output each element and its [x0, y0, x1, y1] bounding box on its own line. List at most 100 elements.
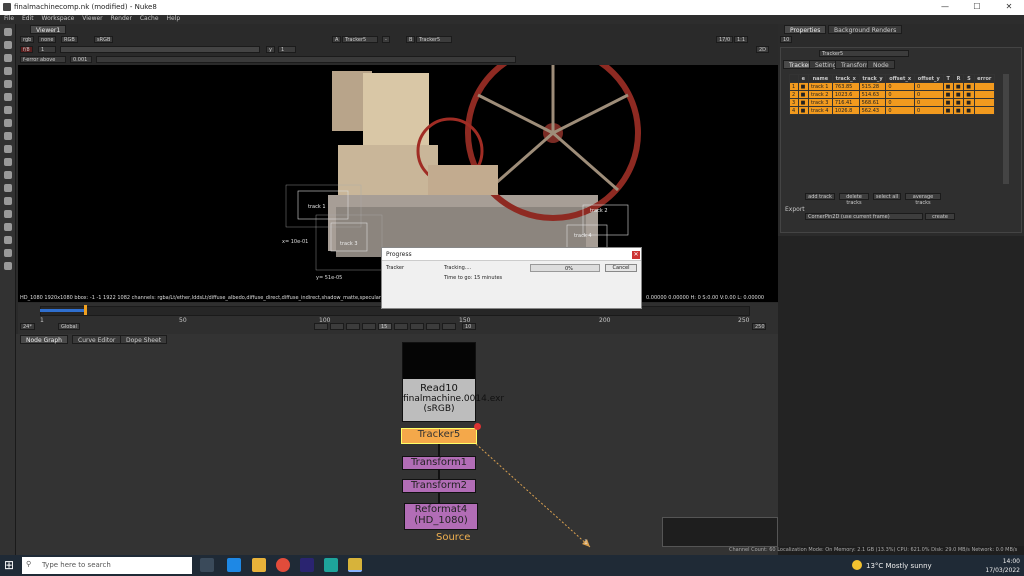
- gain-slider[interactable]: [60, 46, 260, 53]
- alpha-select[interactable]: none: [38, 36, 57, 43]
- track-y[interactable]: 515.28: [858, 82, 887, 91]
- node-name-field[interactable]: Tracker5: [819, 50, 909, 57]
- toolsets-tool-icon[interactable]: [4, 210, 12, 218]
- draw-tool-icon[interactable]: [4, 41, 12, 49]
- step-forward-button[interactable]: [410, 323, 424, 330]
- t-checkbox[interactable]: ■: [942, 82, 954, 91]
- views-tool-icon[interactable]: [4, 158, 12, 166]
- time-tool-icon[interactable]: [4, 54, 12, 62]
- channels-select[interactable]: RGB: [61, 36, 78, 43]
- track-x[interactable]: 716.41: [831, 98, 860, 107]
- proxy-select[interactable]: f-error above: [20, 56, 66, 63]
- next-key-button[interactable]: [426, 323, 440, 330]
- ocula-tool-icon[interactable]: [4, 249, 12, 257]
- tab-viewer1[interactable]: Viewer1: [30, 25, 67, 34]
- menu-edit[interactable]: Edit: [22, 15, 34, 22]
- frame-field[interactable]: 17/0: [716, 36, 734, 43]
- offset-x[interactable]: 0: [885, 82, 915, 91]
- clock-date[interactable]: 17/03/2022: [980, 567, 1020, 574]
- view-mode-select[interactable]: 2D: [756, 46, 770, 53]
- color-tool-icon[interactable]: [4, 80, 12, 88]
- cancel-button[interactable]: Cancel: [605, 264, 637, 272]
- frame-field[interactable]: 15: [378, 323, 392, 330]
- go-end-button[interactable]: [442, 323, 456, 330]
- s-checkbox[interactable]: ■: [963, 82, 975, 91]
- table-row[interactable]: 3 ■ track 3 716.41 568.61 0 0 ■ ■ ■: [789, 98, 996, 107]
- keyer-tool-icon[interactable]: [4, 106, 12, 114]
- edge-icon[interactable]: [227, 558, 241, 572]
- s-checkbox[interactable]: ■: [963, 90, 975, 99]
- metadata-tool-icon[interactable]: [4, 171, 12, 179]
- b-input-select[interactable]: Tracker5: [416, 36, 452, 43]
- track-y[interactable]: 562.43: [858, 106, 887, 115]
- enabled-checkbox[interactable]: ■: [797, 90, 809, 99]
- add-track-button[interactable]: add track: [805, 193, 835, 200]
- track-name[interactable]: track 4: [807, 106, 833, 115]
- prev-key-button[interactable]: [330, 323, 344, 330]
- cara-tool-icon[interactable]: [4, 262, 12, 270]
- select-all-button[interactable]: select all: [873, 193, 901, 200]
- tab-node[interactable]: Node: [867, 60, 895, 69]
- transform-tool-icon[interactable]: [4, 132, 12, 140]
- range-scope-select[interactable]: Global: [58, 323, 80, 330]
- gain-field[interactable]: 1: [38, 46, 56, 53]
- step-back-button[interactable]: [346, 323, 360, 330]
- node-graph-panel[interactable]: Node Graph Curve Editor Dope Sheet Read1…: [16, 334, 778, 555]
- enabled-checkbox[interactable]: ■: [797, 82, 809, 91]
- gamma-field[interactable]: 1: [278, 46, 296, 53]
- go-start-button[interactable]: [314, 323, 328, 330]
- max-panels-field[interactable]: 10: [780, 36, 793, 43]
- ab-operation-select[interactable]: -: [382, 36, 390, 43]
- layer-select[interactable]: rgb: [20, 36, 35, 43]
- r-checkbox[interactable]: ■: [952, 98, 965, 107]
- chrome-icon[interactable]: [276, 558, 290, 572]
- offset-x[interactable]: 0: [885, 98, 915, 107]
- image-tool-icon[interactable]: [4, 28, 12, 36]
- r-checkbox[interactable]: ■: [952, 106, 965, 115]
- 3d-tool-icon[interactable]: [4, 145, 12, 153]
- maximize-button[interactable]: ☐: [962, 2, 992, 13]
- delete-tracks-button[interactable]: delete tracks: [839, 193, 869, 206]
- tracks-table[interactable]: e name track_x track_y offset_x offset_y…: [789, 74, 996, 115]
- tab-background-renders[interactable]: Background Renders: [828, 25, 903, 34]
- node-graph-minimap[interactable]: [662, 517, 778, 547]
- tab-properties[interactable]: Properties: [784, 25, 827, 34]
- fps-field[interactable]: 24*: [20, 323, 35, 330]
- track-x[interactable]: 1023.6: [831, 90, 860, 99]
- offset-x[interactable]: 0: [885, 106, 915, 115]
- menu-cache[interactable]: Cache: [140, 15, 159, 22]
- track-x[interactable]: 763.85: [831, 82, 860, 91]
- zoom-select[interactable]: 1:1: [734, 36, 749, 43]
- r-checkbox[interactable]: ■: [952, 90, 965, 99]
- track-y[interactable]: 514.63: [858, 90, 887, 99]
- task-view-icon[interactable]: [200, 558, 214, 572]
- taskbar-search[interactable]: ⚲ Type here to search: [22, 557, 192, 574]
- s-checkbox[interactable]: ■: [963, 98, 975, 107]
- menu-help[interactable]: Help: [166, 15, 180, 22]
- offset-x[interactable]: 0: [885, 90, 915, 99]
- offset-y[interactable]: 0: [913, 90, 944, 99]
- close-button[interactable]: ✕: [994, 2, 1024, 13]
- windows-start-icon[interactable]: ⊞: [4, 559, 16, 571]
- track-name[interactable]: track 1: [807, 82, 833, 91]
- s-checkbox[interactable]: ■: [963, 106, 975, 115]
- weather-text[interactable]: 13°C Mostly sunny: [866, 562, 932, 570]
- offset-y[interactable]: 0: [913, 82, 944, 91]
- a-input-select[interactable]: Tracker5: [342, 36, 378, 43]
- increment-field[interactable]: 10: [462, 323, 476, 330]
- end-frame-field[interactable]: 250: [752, 323, 766, 330]
- table-row[interactable]: 1 ■ track 1 763.85 515.28 0 0 ■ ■ ■: [789, 82, 996, 91]
- particles-tool-icon[interactable]: [4, 184, 12, 192]
- media-encoder-icon[interactable]: [300, 558, 314, 572]
- proxy-field[interactable]: 0.001: [70, 56, 92, 63]
- menu-file[interactable]: File: [4, 15, 14, 22]
- play-back-button[interactable]: [362, 323, 376, 330]
- menu-viewer[interactable]: Viewer: [82, 15, 102, 22]
- menu-workspace[interactable]: Workspace: [42, 15, 75, 22]
- minimize-button[interactable]: —: [930, 2, 960, 13]
- track-name[interactable]: track 2: [807, 90, 833, 99]
- offset-y[interactable]: 0: [913, 106, 944, 115]
- play-forward-button[interactable]: [394, 323, 408, 330]
- filter-tool-icon[interactable]: [4, 93, 12, 101]
- offset-y[interactable]: 0: [913, 98, 944, 107]
